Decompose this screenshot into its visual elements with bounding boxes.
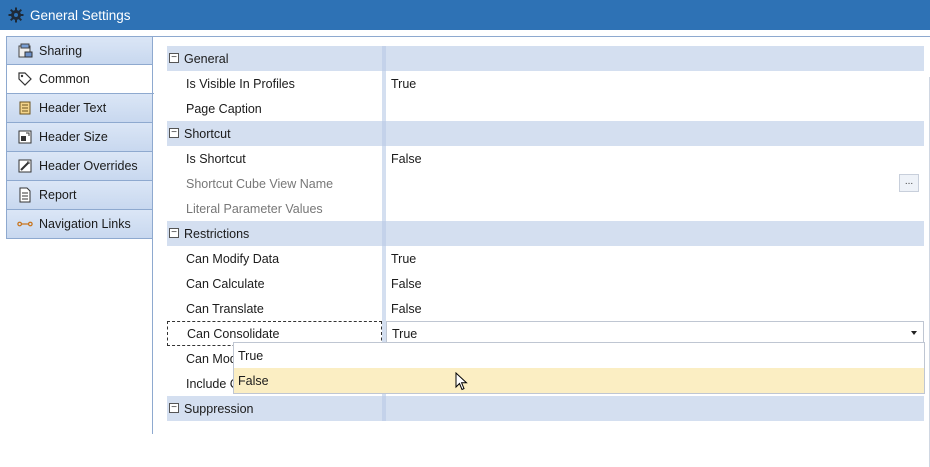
property-name: Can Calculate	[167, 271, 382, 296]
property-row-is-shortcut[interactable]: Is Shortcut False	[167, 146, 924, 171]
property-row-can-translate[interactable]: Can Translate False	[167, 296, 924, 321]
text-icon	[17, 100, 33, 116]
property-value[interactable]: False	[386, 296, 924, 321]
override-icon	[17, 158, 33, 174]
mouse-cursor-icon	[455, 372, 468, 391]
category-general[interactable]: − General	[167, 46, 924, 71]
property-value[interactable]	[386, 196, 924, 221]
category-label: Shortcut	[184, 126, 231, 141]
property-value[interactable]: ...	[386, 171, 924, 196]
property-value[interactable]: False	[386, 146, 924, 171]
window-title: General Settings	[30, 7, 131, 23]
category-label: Suppression	[184, 401, 254, 416]
category-suppression[interactable]: − Suppression	[167, 396, 924, 421]
tab-label: Header Text	[39, 101, 107, 115]
link-icon	[17, 216, 33, 232]
property-name: Page Caption	[167, 96, 382, 121]
browse-button[interactable]: ...	[899, 174, 919, 192]
dropdown-option-false[interactable]: False	[234, 368, 924, 393]
category-shortcut[interactable]: − Shortcut	[167, 121, 924, 146]
property-name: Shortcut Cube View Name	[167, 171, 382, 196]
property-name: Is Shortcut	[167, 146, 382, 171]
property-name: Can Modify Data	[167, 246, 382, 271]
property-name: Is Visible In Profiles	[167, 71, 382, 96]
value-dropdown-list: True False	[233, 342, 925, 394]
category-label: General	[184, 51, 229, 66]
settings-tab-list: Sharing Common Header Text Header Size H…	[6, 36, 154, 239]
resize-icon	[17, 129, 33, 145]
property-row-can-modify-data[interactable]: Can Modify Data True	[167, 246, 924, 271]
tab-header-text[interactable]: Header Text	[6, 94, 153, 123]
window-titlebar: General Settings	[0, 0, 930, 30]
property-name: Literal Parameter Values	[167, 196, 382, 221]
tab-label: Header Overrides	[39, 159, 138, 173]
dropdown-option-true[interactable]: True	[234, 343, 924, 368]
tab-header-size[interactable]: Header Size	[6, 123, 153, 152]
property-value[interactable]	[386, 96, 924, 121]
tab-navigation-links[interactable]: Navigation Links	[6, 210, 153, 239]
category-restrictions[interactable]: − Restrictions	[167, 221, 924, 246]
property-row-page-caption[interactable]: Page Caption	[167, 96, 924, 121]
tab-label: Common	[39, 72, 90, 86]
tab-sharing[interactable]: Sharing	[6, 36, 153, 65]
tag-icon	[17, 71, 33, 87]
tab-report[interactable]: Report	[6, 181, 153, 210]
category-label: Restrictions	[184, 226, 250, 241]
report-icon	[17, 187, 33, 203]
property-value[interactable]: True	[386, 246, 924, 271]
property-row-is-visible-in-profiles[interactable]: Is Visible In Profiles True	[167, 71, 924, 96]
property-name: Can Translate	[167, 296, 382, 321]
gear-icon	[5, 4, 27, 26]
tab-common[interactable]: Common	[6, 65, 154, 94]
tab-label: Report	[39, 188, 77, 202]
tab-label: Sharing	[39, 43, 83, 58]
property-value[interactable]: True	[386, 71, 924, 96]
property-row-can-calculate[interactable]: Can Calculate False	[167, 271, 924, 296]
property-row-literal-parameter-values[interactable]: Literal Parameter Values	[167, 196, 924, 221]
tab-label: Navigation Links	[39, 217, 131, 231]
selected-value: True	[392, 326, 418, 341]
sharing-icon	[17, 43, 33, 59]
property-row-shortcut-cube-view-name[interactable]: Shortcut Cube View Name ...	[167, 171, 924, 196]
tab-header-overrides[interactable]: Header Overrides	[6, 152, 153, 181]
tab-label: Header Size	[39, 130, 108, 144]
property-value[interactable]: False	[386, 271, 924, 296]
chevron-down-icon[interactable]	[911, 331, 917, 335]
